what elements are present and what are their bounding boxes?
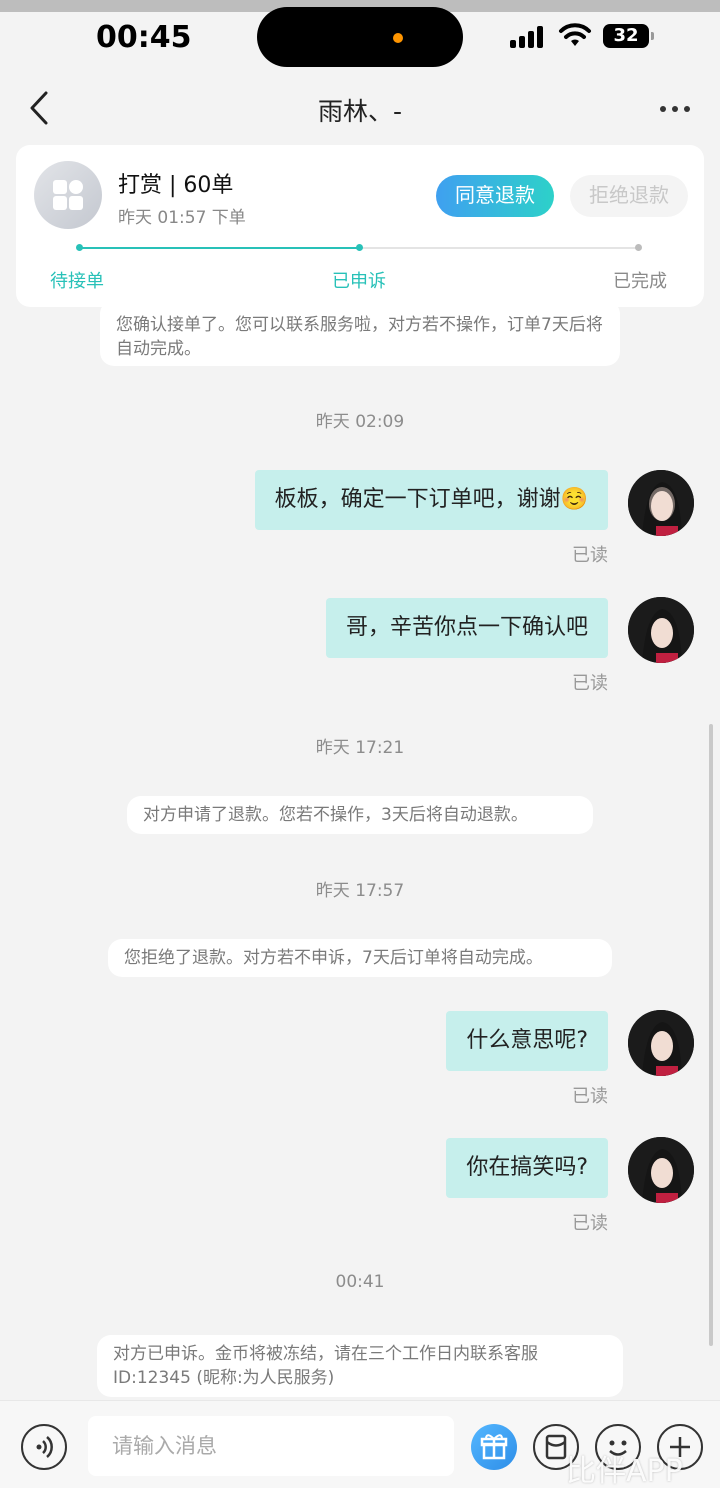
system-message-reject: 您拒绝了退款。对方若不申诉，7天后订单将自动完成。 (108, 939, 612, 977)
order-title: 打赏 | 60单 (118, 173, 234, 198)
chat-bubble-outgoing[interactable]: 什么意思呢? (446, 1011, 608, 1071)
recording-dot-icon (393, 33, 403, 43)
step-dot-completed (635, 244, 642, 251)
voice-input-icon[interactable] (21, 1424, 67, 1470)
status-time: 00:45 (96, 20, 192, 55)
timestamp: 昨天 17:21 (315, 738, 405, 758)
system-message-refund: 对方申请了退款。您若不操作，3天后将自动退款。 (127, 796, 593, 834)
avatar[interactable] (628, 597, 694, 663)
agree-refund-button[interactable]: 同意退款 (436, 175, 554, 217)
read-status: 已读 (572, 545, 608, 566)
nav-bar: 雨林、- (0, 76, 720, 142)
read-status: 已读 (572, 673, 608, 694)
battery-icon: 32 (603, 24, 654, 48)
system-message-appeal: 对方已申诉。金币将被冻结，请在三个工作日内联系客服ID:12345 (昵称:为人… (97, 1335, 623, 1397)
timestamp: 昨天 02:09 (315, 412, 405, 432)
step-dot-appealed (356, 244, 363, 251)
chat-scrollbar[interactable] (709, 724, 713, 1346)
order-category-icon (34, 161, 102, 229)
read-status: 已读 (572, 1086, 608, 1107)
step-dot-pending (76, 244, 83, 251)
gift-icon[interactable] (471, 1424, 517, 1470)
read-status: 已读 (572, 1213, 608, 1234)
order-card: 打赏 | 60单 昨天 01:57 下单 同意退款 拒绝退款 待接单 已申诉 已… (16, 145, 704, 307)
cellular-signal-icon (510, 26, 546, 48)
order-progress-fill (79, 247, 359, 249)
dynamic-island (257, 7, 463, 67)
chat-bubble-outgoing[interactable]: 哥，辛苦你点一下确认吧 (325, 598, 608, 658)
watermark: 比伴APP (566, 1454, 683, 1488)
timestamp: 昨天 17:57 (315, 881, 405, 901)
message-input[interactable] (88, 1416, 454, 1476)
more-options-icon[interactable] (658, 94, 692, 124)
step-label-pending: 待接单 (50, 271, 104, 292)
avatar[interactable] (628, 1010, 694, 1076)
status-bar: 00:45 32 (0, 0, 720, 76)
wifi-icon (559, 23, 591, 46)
step-label-completed: 已完成 (613, 271, 667, 292)
chat-bubble-outgoing[interactable]: 你在搞笑吗? (446, 1138, 608, 1198)
chat-bubble-outgoing[interactable]: 板板，确定一下订单吧，谢谢☺️ (254, 470, 608, 530)
step-label-appealed: 已申诉 (332, 271, 386, 292)
order-time: 昨天 01:57 下单 (118, 208, 246, 228)
system-message-confirm: 您确认接单了。您可以联系服务啦，对方若不操作，订单7天后将自动完成。 (100, 300, 620, 366)
page-title: 雨林、- (317, 97, 403, 126)
timestamp: 00:41 (335, 1272, 385, 1292)
avatar[interactable] (628, 1137, 694, 1203)
reject-refund-button[interactable]: 拒绝退款 (570, 175, 688, 217)
avatar[interactable] (628, 470, 694, 536)
